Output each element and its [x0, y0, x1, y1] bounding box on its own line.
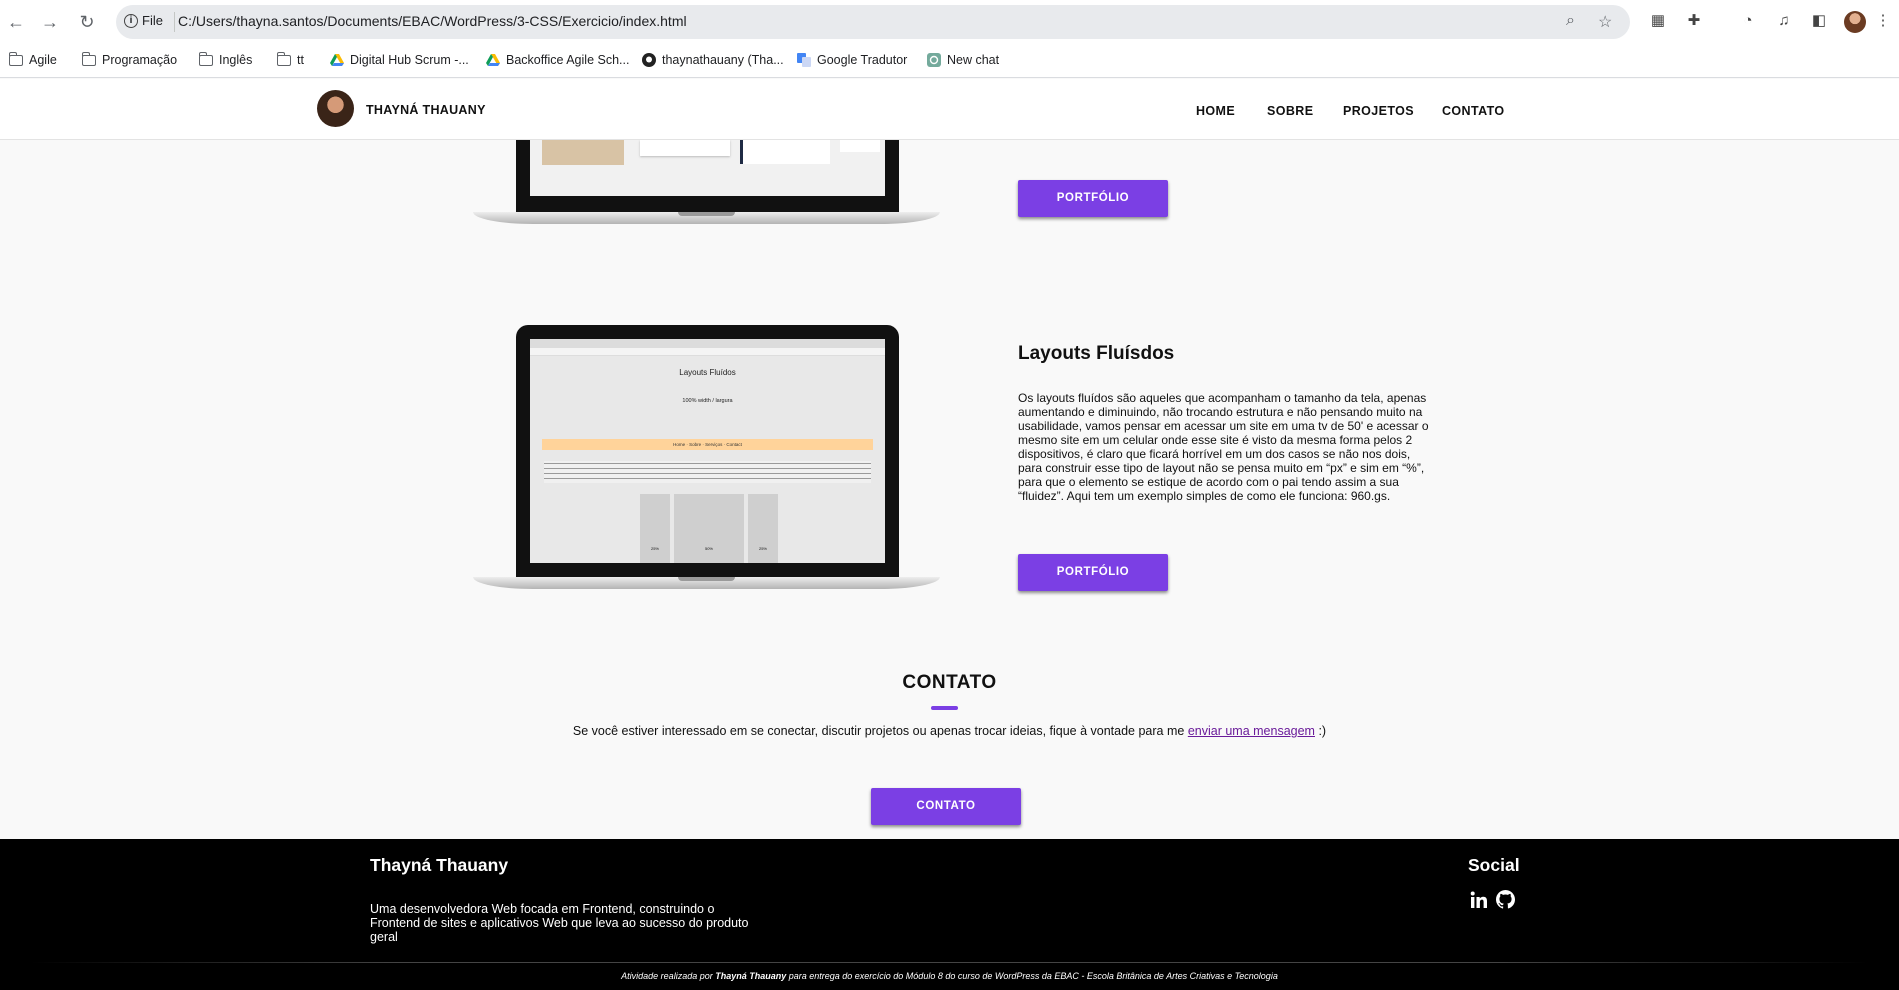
bookmark-ingles[interactable]: Inglês — [198, 51, 253, 67]
url-text[interactable]: C:/Users/thayna.santos/Documents/EBAC/Wo… — [178, 13, 687, 29]
folder-icon — [276, 51, 291, 66]
bookmark-new-chat[interactable]: New chat — [927, 53, 999, 67]
bookmark-label: Backoffice Agile Sch... — [506, 53, 630, 67]
bookmark-label: Agile — [29, 53, 57, 67]
profile-avatar[interactable] — [1844, 11, 1866, 33]
extensions-puzzle-icon[interactable]: ✚ — [1684, 11, 1704, 31]
bookmark-label: Programação — [102, 53, 178, 67]
mini-nav: Home · Sobre · Serviços · Contact — [542, 439, 873, 450]
performance-icon[interactable]: ◔ — [1738, 11, 1758, 31]
bookmark-github[interactable]: thaynathauany (Tha... — [642, 53, 784, 67]
contato-text-before: Se você estiver interessado em se conect… — [572, 724, 1188, 738]
footer-name: Thayná Thauany — [370, 855, 509, 875]
bookmark-agile[interactable]: Agile — [8, 51, 57, 67]
project-2-laptop-image: Layouts Fluídos 100% width / largura Hom… — [473, 325, 940, 592]
bookmark-google-tradutor[interactable]: Google Tradutor — [797, 53, 907, 67]
folder-icon — [8, 51, 23, 66]
bookmark-label: New chat — [947, 53, 1000, 67]
mini-column: 50% — [674, 494, 744, 563]
bookmark-digital-hub[interactable]: Digital Hub Scrum -... — [330, 53, 469, 67]
info-icon: i — [124, 13, 138, 28]
credit-prefix: Atividade realizada por — [621, 971, 716, 981]
mini-column: 25% — [640, 494, 670, 563]
footer-divider — [30, 962, 1869, 963]
footer-credit: Atividade realizada por Thayná Thauany p… — [0, 971, 1899, 981]
bookmark-programacao[interactable]: Programação — [81, 51, 178, 67]
logo-text[interactable]: THAYNÁ THAUANY — [366, 103, 486, 117]
credit-suffix: para entrega do exercício do Módulo 8 do… — [786, 971, 1278, 981]
bookmark-backoffice[interactable]: Backoffice Agile Sch... — [486, 53, 629, 67]
mini-title: Layouts Fluídos — [679, 368, 736, 377]
folder-icon — [81, 51, 96, 66]
translate-icon — [797, 53, 811, 67]
project-description: Os layouts fluídos são aqueles que acomp… — [1018, 391, 1429, 503]
github-icon — [642, 53, 656, 67]
footer-social-title: Social — [1468, 855, 1520, 875]
portfolio-button-1[interactable]: PORTFÓLIO — [1018, 180, 1168, 217]
project-title: Layouts Fluísdos — [1018, 343, 1175, 364]
mini-column: 25% — [748, 494, 778, 563]
project-1-laptop-image — [473, 140, 940, 228]
chatgpt-icon — [927, 53, 941, 67]
bookmark-star-icon[interactable]: ☆ — [1598, 12, 1612, 32]
menu-kebab-icon[interactable]: ⋮ — [1873, 11, 1893, 31]
divider — [174, 12, 175, 32]
nav-sobre[interactable]: SOBRE — [1267, 104, 1313, 118]
folder-icon — [198, 51, 213, 66]
bookmark-label: Google Tradutor — [817, 53, 908, 67]
drive-icon — [486, 54, 500, 66]
extension-icon[interactable]: ▦ — [1648, 11, 1668, 31]
fluid-layout-screenshot: Layouts Fluídos 100% width / largura Hom… — [530, 339, 885, 563]
footer-description: Uma desenvolvedora Web focada em Fronten… — [370, 902, 749, 944]
bookmark-label: Inglês — [219, 53, 253, 67]
side-panel-icon[interactable]: ◧ — [1809, 11, 1829, 31]
site-header: THAYNÁ THAUANY HOME SOBRE PROJETOS CONTA… — [0, 79, 1899, 140]
reload-icon[interactable]: ↻ — [75, 10, 99, 34]
bookmarks-bar: Agile Programação Inglês tt Digital Hub … — [0, 44, 1899, 78]
nav-home[interactable]: HOME — [1196, 104, 1235, 118]
forward-icon[interactable]: → — [38, 10, 62, 34]
mini-subtitle: 100% width / largura — [682, 398, 733, 404]
url-scheme-label: File — [142, 13, 163, 28]
bookmark-tt[interactable]: tt — [276, 51, 304, 67]
site-footer: Thayná Thauany Uma desenvolvedora Web fo… — [0, 839, 1899, 990]
bookmark-label: tt — [297, 53, 304, 67]
browser-toolbar: ← → ↻ i File C:/Users/thayna.santos/Docu… — [0, 0, 1899, 44]
drive-icon — [330, 54, 344, 66]
linkedin-icon[interactable] — [1470, 891, 1488, 909]
contato-text: Se você estiver interessado em se conect… — [0, 724, 1899, 738]
nav-contato[interactable]: CONTATO — [1442, 104, 1505, 118]
bookmark-label: Digital Hub Scrum -... — [350, 53, 469, 67]
nav-projetos[interactable]: PROJETOS — [1343, 104, 1414, 118]
contato-text-after: :) — [1314, 724, 1327, 738]
social-icons — [1470, 890, 1515, 909]
contato-button[interactable]: CONTATO — [871, 788, 1021, 825]
portfolio-button-2[interactable]: PORTFÓLIO — [1018, 554, 1168, 591]
github-icon[interactable] — [1496, 890, 1515, 909]
site-info-button[interactable]: i File — [124, 13, 163, 28]
back-icon[interactable]: ← — [4, 10, 28, 34]
credit-name: Thayná Thauany — [715, 971, 787, 981]
media-control-icon[interactable]: ♫ — [1774, 11, 1794, 31]
heading-underline — [931, 706, 958, 710]
contato-heading: CONTATO — [902, 672, 997, 693]
address-bar[interactable]: i File C:/Users/thayna.santos/Documents/… — [116, 5, 1630, 39]
bookmark-label: thaynathauany (Tha... — [662, 53, 784, 67]
message-link[interactable]: enviar uma mensagem — [1188, 724, 1315, 738]
zoom-icon[interactable]: ⌕ — [1566, 12, 1575, 30]
logo-avatar[interactable] — [317, 90, 354, 127]
